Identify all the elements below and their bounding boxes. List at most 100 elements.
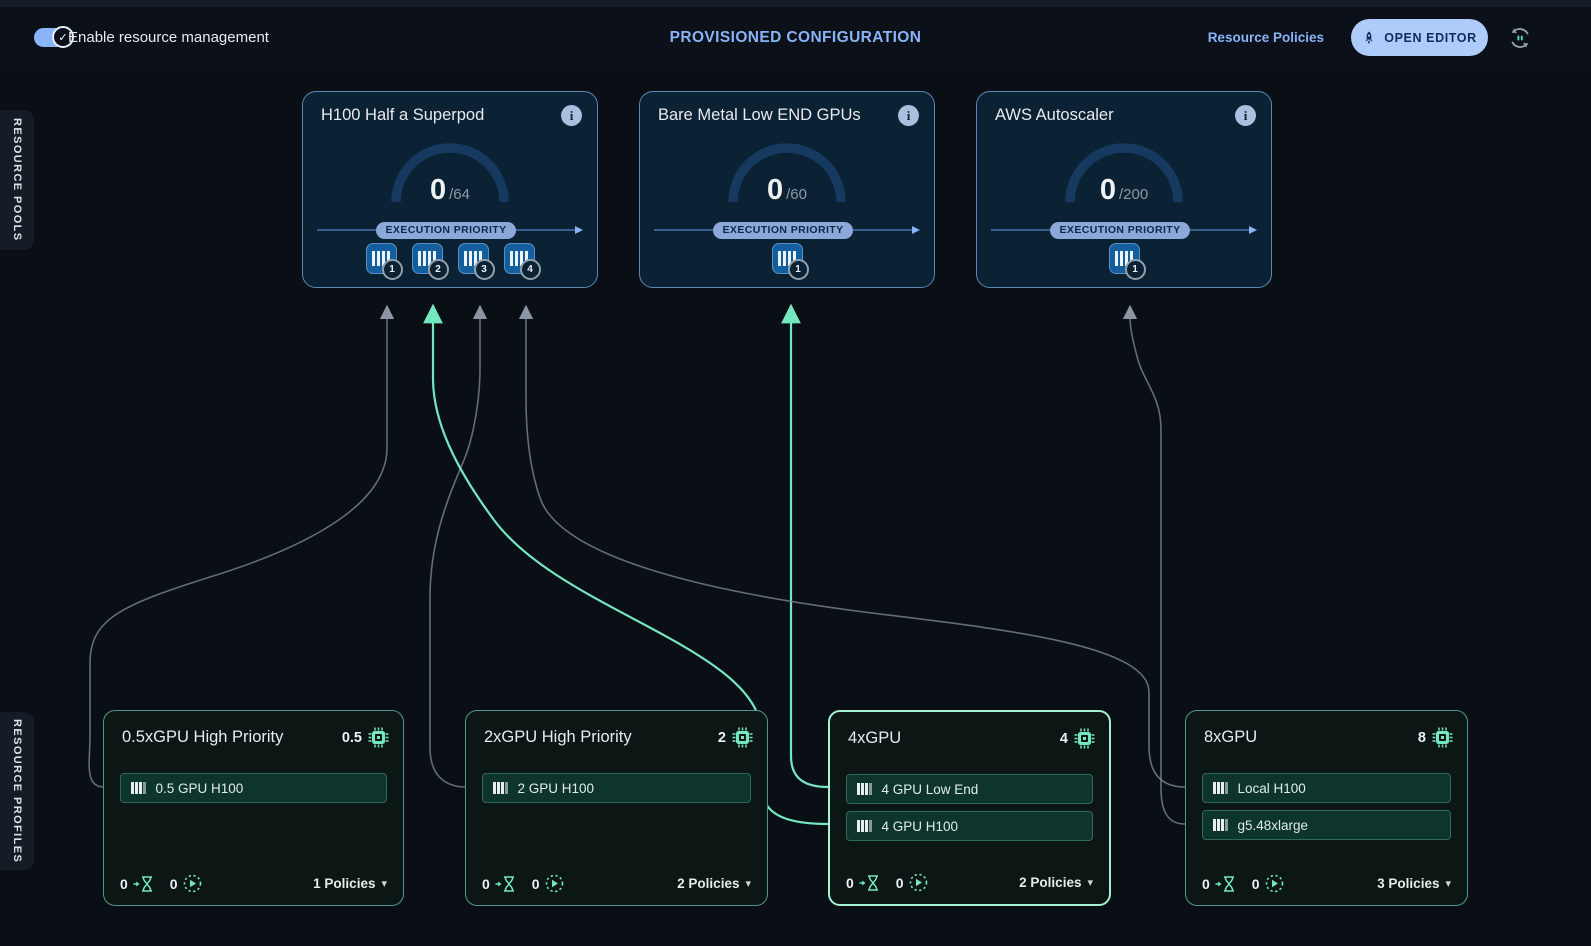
resource-profile-card[interactable]: 0.5xGPU High Priority 0.5 0.5 GPU H100 xyxy=(103,710,404,906)
open-editor-button[interactable]: OPEN EDITOR xyxy=(1351,19,1488,56)
pool-capacity: /60 xyxy=(786,186,807,203)
resource-pool-card[interactable]: H100 Half a Superpod i 0/64 EXECUTION PR… xyxy=(302,91,598,288)
pool-usage: 0/60 xyxy=(640,174,934,207)
resource-management-toggle[interactable]: ✓ xyxy=(34,28,72,47)
priority-arrow-icon xyxy=(575,226,583,234)
gpu-slot-icon[interactable]: 2 xyxy=(412,243,443,274)
running-stat: 0 xyxy=(1252,874,1284,893)
priority-arrow-icon xyxy=(912,226,920,234)
chip-icon xyxy=(732,727,753,748)
chip-icon xyxy=(1432,727,1453,748)
profile-stats: 0 0 xyxy=(846,873,928,892)
policies-label: 2 Policies xyxy=(1019,875,1081,890)
gpu-slot-icon[interactable]: 3 xyxy=(458,243,489,274)
profile-resource-item[interactable]: g5.48xlarge xyxy=(1202,810,1451,840)
priority-arrow-icon xyxy=(1249,226,1257,234)
resource-pool-card[interactable]: Bare Metal Low END GPUs i 0/60 EXECUTION… xyxy=(639,91,935,288)
sidebar-tab-resource-pools[interactable]: RESOURCE POOLS xyxy=(0,110,34,250)
hourglass-arrow-icon xyxy=(133,876,154,892)
pool-usage: 0/200 xyxy=(977,174,1271,207)
gpu-bars-icon xyxy=(1213,782,1228,794)
resource-label: 2 GPU H100 xyxy=(518,781,595,796)
pool-gpu-row: 1 2 3 4 xyxy=(303,243,597,274)
pool-title: Bare Metal Low END GPUs xyxy=(658,106,861,125)
gpu-count-value: 8 xyxy=(1418,730,1426,746)
pool-usage: 0/64 xyxy=(303,174,597,207)
gpu-slot-icon[interactable]: 4 xyxy=(504,243,535,274)
profile-header: 4xGPU 4 xyxy=(848,728,1095,749)
profile-gpu-count: 0.5 xyxy=(342,727,389,748)
resource-profile-card[interactable]: 4xGPU 4 4 GPU Low End 4 GPU H100 xyxy=(828,710,1111,906)
priority-badge: 2 xyxy=(428,259,449,280)
policies-dropdown[interactable]: 3 Policies ▾ xyxy=(1377,876,1451,891)
running-stat: 0 xyxy=(532,874,564,893)
toggle-label: Enable resource management xyxy=(68,29,269,46)
profile-footer: 0 0 2 Policies ▾ xyxy=(482,874,751,893)
profile-title: 8xGPU xyxy=(1204,728,1257,747)
pool-capacity: /64 xyxy=(449,186,470,203)
pending-count: 0 xyxy=(846,875,854,891)
running-stat: 0 xyxy=(896,873,928,892)
profile-resource-item[interactable]: 2 GPU H100 xyxy=(482,773,751,803)
profile-resource-item[interactable]: 4 GPU H100 xyxy=(846,811,1093,841)
pending-count: 0 xyxy=(120,876,128,892)
sidebar-tab-resource-profiles[interactable]: RESOURCE PROFILES xyxy=(0,712,34,870)
profile-gpu-count: 8 xyxy=(1418,727,1453,748)
pool-gpu-row: 1 xyxy=(640,243,934,274)
priority-line xyxy=(654,229,713,231)
play-dotted-circle-icon xyxy=(183,874,202,893)
execution-priority-row: EXECUTION PRIORITY xyxy=(991,220,1257,240)
policies-label: 2 Policies xyxy=(677,876,739,891)
resource-profile-card[interactable]: 2xGPU High Priority 2 2 GPU H100 0 xyxy=(465,710,768,906)
profile-resource-list: 4 GPU Low End 4 GPU H100 xyxy=(846,774,1093,848)
priority-line xyxy=(317,229,376,231)
hourglass-arrow-icon xyxy=(1215,876,1236,892)
execution-priority-row: EXECUTION PRIORITY xyxy=(654,220,920,240)
rocket-icon xyxy=(1362,31,1376,45)
priority-line xyxy=(1190,229,1249,231)
pool-title: AWS Autoscaler xyxy=(995,106,1114,125)
gpu-count-value: 4 xyxy=(1060,731,1068,747)
profile-footer: 0 0 3 Policies ▾ xyxy=(1202,874,1451,893)
running-count: 0 xyxy=(170,876,178,892)
profile-resource-item[interactable]: 4 GPU Low End xyxy=(846,774,1093,804)
gpu-slot-icon[interactable]: 1 xyxy=(772,243,803,274)
profile-title: 4xGPU xyxy=(848,729,901,748)
resource-label: 4 GPU H100 xyxy=(882,819,959,834)
top-bar: ✓ Enable resource management PROVISIONED… xyxy=(0,7,1591,73)
running-count: 0 xyxy=(1252,876,1260,892)
pool-title: H100 Half a Superpod xyxy=(321,106,484,125)
info-icon[interactable]: i xyxy=(561,105,582,126)
resource-label: 4 GPU Low End xyxy=(882,782,979,797)
profile-resource-list: Local H100 g5.48xlarge xyxy=(1202,773,1451,847)
policies-dropdown[interactable]: 1 Policies ▾ xyxy=(313,876,387,891)
policies-dropdown[interactable]: 2 Policies ▾ xyxy=(677,876,751,891)
resource-profile-card[interactable]: 8xGPU 8 Local H100 g5.48xlarge xyxy=(1185,710,1468,906)
policies-dropdown[interactable]: 2 Policies ▾ xyxy=(1019,875,1093,890)
play-dotted-circle-icon xyxy=(1265,874,1284,893)
profile-title: 0.5xGPU High Priority xyxy=(122,728,283,747)
profile-stats: 0 0 xyxy=(1202,874,1284,893)
gpu-slot-icon[interactable]: 1 xyxy=(366,243,397,274)
info-icon[interactable]: i xyxy=(1235,105,1256,126)
pool-used-count: 0 xyxy=(1100,174,1116,206)
gpu-slot-icon[interactable]: 1 xyxy=(1109,243,1140,274)
open-editor-label: OPEN EDITOR xyxy=(1384,31,1477,45)
pending-count: 0 xyxy=(1202,876,1210,892)
resource-policies-link[interactable]: Resource Policies xyxy=(1208,30,1324,45)
priority-line xyxy=(516,229,575,231)
chevron-down-icon: ▾ xyxy=(1087,876,1093,889)
resource-pool-card[interactable]: AWS Autoscaler i 0/200 EXECUTION PRIORIT… xyxy=(976,91,1272,288)
profile-resource-item[interactable]: 0.5 GPU H100 xyxy=(120,773,387,803)
chip-icon xyxy=(368,727,389,748)
info-icon[interactable]: i xyxy=(898,105,919,126)
sync-pause-icon[interactable] xyxy=(1507,25,1533,51)
execution-priority-pill: EXECUTION PRIORITY xyxy=(1050,222,1191,239)
play-dotted-circle-icon xyxy=(909,873,928,892)
hourglass-arrow-icon xyxy=(495,876,516,892)
profile-resource-item[interactable]: Local H100 xyxy=(1202,773,1451,803)
pool-used-count: 0 xyxy=(767,174,783,206)
page-title: PROVISIONED CONFIGURATION xyxy=(670,29,922,47)
profile-resource-list: 2 GPU H100 xyxy=(482,773,751,810)
profile-stats: 0 0 xyxy=(120,874,202,893)
